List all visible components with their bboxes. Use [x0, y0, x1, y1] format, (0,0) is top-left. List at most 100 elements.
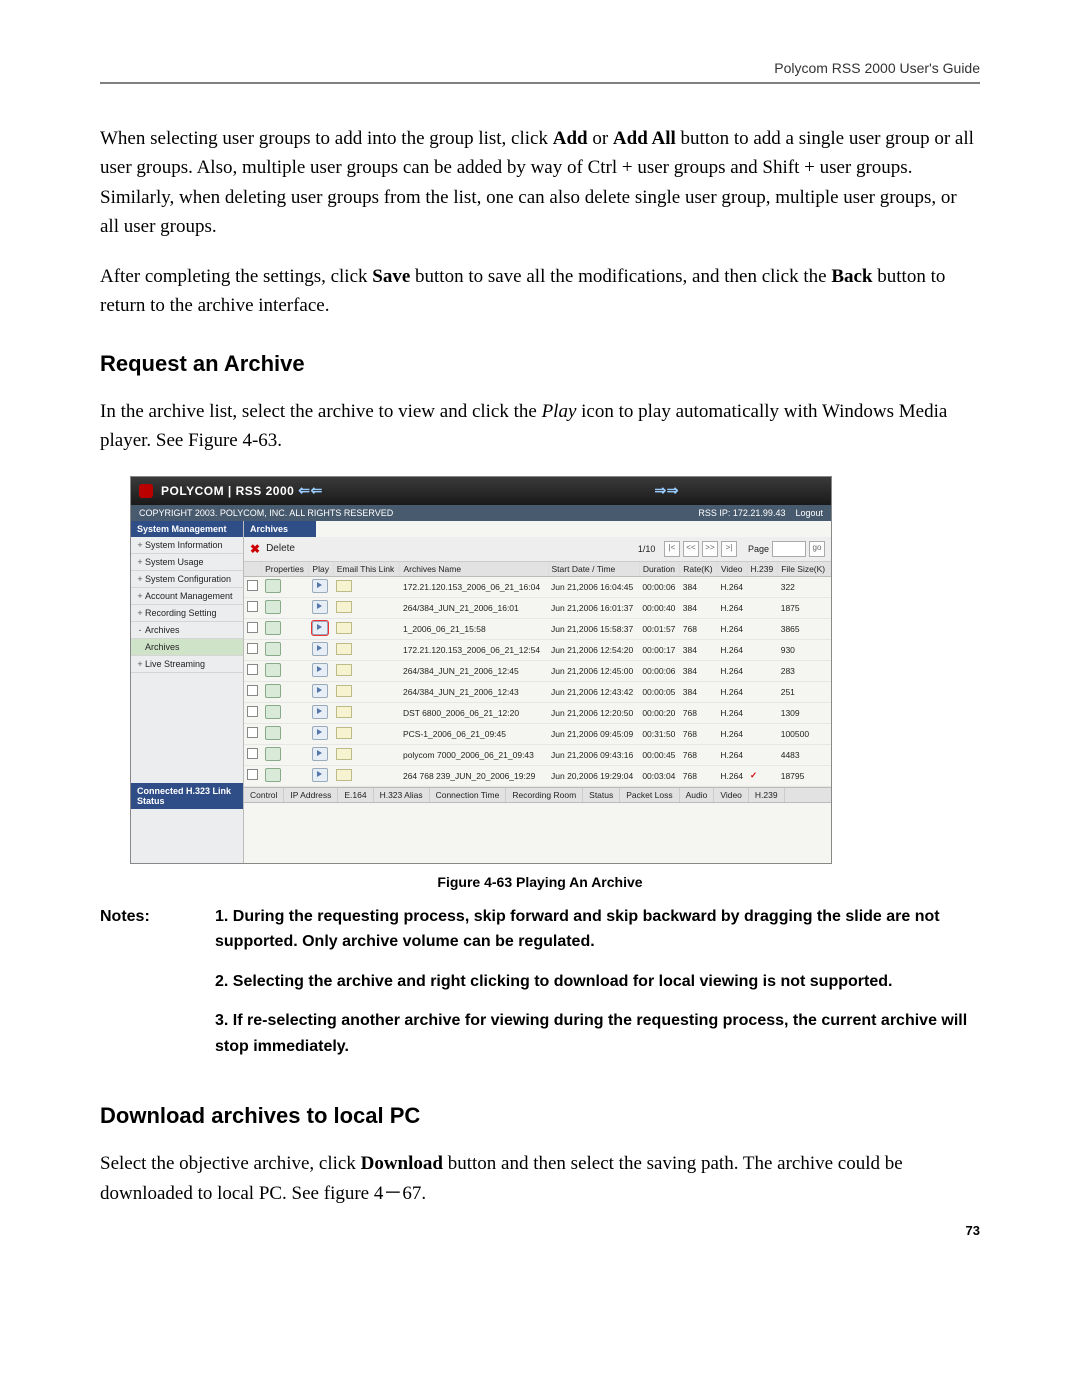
sidebar-item[interactable]: -Archives — [131, 622, 243, 639]
properties-icon[interactable] — [265, 600, 281, 614]
email-link-icon[interactable] — [336, 601, 352, 613]
sidebar-item[interactable]: +Recording Setting — [131, 605, 243, 622]
table-row[interactable]: 264/384_JUN_21_2006_12:45Jun 21,2006 12:… — [244, 660, 831, 681]
table-row[interactable]: 264/384_JUN_21_2006_16:01Jun 21,2006 16:… — [244, 597, 831, 618]
properties-icon[interactable] — [265, 579, 281, 593]
column-header[interactable]: Rate(K) — [680, 562, 718, 577]
video-codec: H.264 — [717, 639, 747, 660]
column-header[interactable]: Archives Name — [400, 562, 548, 577]
delete-label[interactable]: Delete — [266, 543, 295, 554]
row-checkbox[interactable] — [247, 727, 258, 738]
status-column-header: Control — [244, 788, 284, 802]
play-icon[interactable] — [312, 663, 328, 677]
column-header[interactable]: Duration — [639, 562, 679, 577]
properties-icon[interactable] — [265, 726, 281, 740]
back-arrow-icon[interactable]: ⇐⇐ — [298, 482, 322, 499]
table-row[interactable]: 264/384_JUN_21_2006_12:43Jun 21,2006 12:… — [244, 681, 831, 702]
sidebar: System Management +System Information+Sy… — [131, 521, 244, 863]
column-header[interactable]: H.239 — [747, 562, 778, 577]
go-button[interactable]: go — [809, 541, 825, 557]
prev-page-button[interactable]: << — [683, 541, 699, 557]
play-icon[interactable] — [312, 579, 328, 593]
email-link-icon[interactable] — [336, 664, 352, 676]
link-status-header-row: ControlIP AddressE.164H.323 AliasConnect… — [244, 787, 831, 803]
email-link-icon[interactable] — [336, 748, 352, 760]
text: button to save all the modifications, an… — [410, 266, 831, 287]
start-time: Jun 21,2006 09:43:16 — [548, 744, 639, 765]
properties-icon[interactable] — [265, 705, 281, 719]
properties-icon[interactable] — [265, 642, 281, 656]
column-header[interactable]: Play — [309, 562, 333, 577]
video-codec: H.264 — [717, 765, 747, 786]
sidebar-item[interactable]: +Live Streaming — [131, 656, 243, 673]
main-tab[interactable]: Archives — [244, 521, 316, 537]
properties-icon[interactable] — [265, 747, 281, 761]
app-window: POLYCOM | RSS 2000 ⇐⇐ ⇒⇒ COPYRIGHT 2003.… — [130, 476, 832, 864]
column-header[interactable] — [244, 562, 262, 577]
row-checkbox[interactable] — [247, 748, 258, 759]
table-row[interactable]: 172.21.120.153_2006_06_21_16:04Jun 21,20… — [244, 576, 831, 597]
email-link-icon[interactable] — [336, 769, 352, 781]
row-checkbox[interactable] — [247, 622, 258, 633]
play-icon[interactable] — [312, 684, 328, 698]
column-header[interactable]: Video — [717, 562, 747, 577]
email-link-icon[interactable] — [336, 580, 352, 592]
column-header[interactable]: Properties — [262, 562, 309, 577]
h239-flag — [747, 702, 778, 723]
duration: 00:00:20 — [639, 702, 679, 723]
next-page-button[interactable]: >> — [702, 541, 718, 557]
play-icon[interactable] — [312, 747, 328, 761]
table-row[interactable]: 1_2006_06_21_15:58Jun 21,2006 15:58:3700… — [244, 618, 831, 639]
email-link-icon[interactable] — [336, 685, 352, 697]
h239-flag — [747, 618, 778, 639]
row-checkbox[interactable] — [247, 664, 258, 675]
column-header[interactable]: File Size(K) — [778, 562, 831, 577]
sidebar-item[interactable]: +System Information — [131, 537, 243, 554]
table-row[interactable]: 264 768 239_JUN_20_2006_19:29Jun 20,2006… — [244, 765, 831, 786]
sidebar-item[interactable]: +Account Management — [131, 588, 243, 605]
properties-icon[interactable] — [265, 768, 281, 782]
email-link-icon[interactable] — [336, 727, 352, 739]
play-icon[interactable] — [312, 642, 328, 656]
sidebar-item[interactable]: +System Configuration — [131, 571, 243, 588]
email-link-icon[interactable] — [336, 706, 352, 718]
row-checkbox[interactable] — [247, 601, 258, 612]
page-input[interactable] — [772, 541, 806, 557]
play-icon[interactable] — [312, 600, 328, 614]
logout-link[interactable]: Logout — [795, 508, 823, 518]
row-checkbox[interactable] — [247, 685, 258, 696]
row-checkbox[interactable] — [247, 643, 258, 654]
italic: Play — [542, 401, 577, 422]
sidebar-item[interactable]: +System Usage — [131, 554, 243, 571]
properties-icon[interactable] — [265, 663, 281, 677]
table-row[interactable]: polycom 7000_2006_06_21_09:43Jun 21,2006… — [244, 744, 831, 765]
play-icon[interactable] — [312, 705, 328, 719]
archive-name: PCS-1_2006_06_21_09:45 — [400, 723, 548, 744]
row-checkbox[interactable] — [247, 706, 258, 717]
table-row[interactable]: 172.21.120.153_2006_06_21_12:54Jun 21,20… — [244, 639, 831, 660]
sidebar-item[interactable]: Archives — [131, 639, 243, 656]
table-row[interactable]: PCS-1_2006_06_21_09:45Jun 21,2006 09:45:… — [244, 723, 831, 744]
play-icon[interactable] — [312, 726, 328, 740]
forward-arrow-icon[interactable]: ⇒⇒ — [655, 482, 679, 499]
column-header[interactable]: Start Date / Time — [548, 562, 639, 577]
h239-flag — [747, 723, 778, 744]
table-row[interactable]: DST 6800_2006_06_21_12:20Jun 21,2006 12:… — [244, 702, 831, 723]
first-page-button[interactable]: |< — [664, 541, 680, 557]
email-link-icon[interactable] — [336, 643, 352, 655]
play-icon[interactable] — [312, 621, 328, 635]
archives-table: PropertiesPlayEmail This LinkArchives Na… — [244, 562, 831, 787]
row-checkbox[interactable] — [247, 580, 258, 591]
delete-icon[interactable]: ✖ — [250, 542, 260, 556]
file-size: 4483 — [778, 744, 831, 765]
last-page-button[interactable]: >| — [721, 541, 737, 557]
start-time: Jun 21,2006 12:20:50 — [548, 702, 639, 723]
row-checkbox[interactable] — [247, 769, 258, 780]
play-icon[interactable] — [312, 768, 328, 782]
duration: 00:00:06 — [639, 660, 679, 681]
email-link-icon[interactable] — [336, 622, 352, 634]
properties-icon[interactable] — [265, 684, 281, 698]
file-size: 3865 — [778, 618, 831, 639]
properties-icon[interactable] — [265, 621, 281, 635]
column-header[interactable]: Email This Link — [333, 562, 400, 577]
